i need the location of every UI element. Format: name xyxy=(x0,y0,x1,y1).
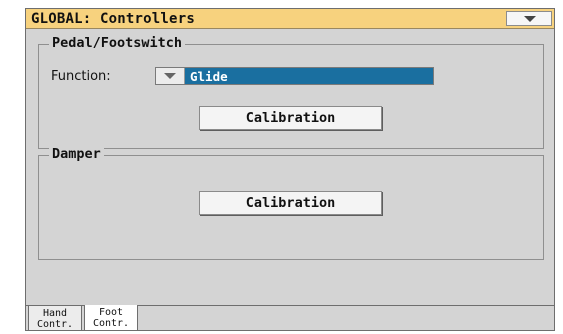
function-select-value: Glide xyxy=(190,69,228,84)
damper-calibration-button[interactable]: Calibration xyxy=(199,191,382,215)
chevron-down-icon xyxy=(524,16,536,22)
page-menu-button[interactable] xyxy=(506,11,552,26)
tab-hand-controllers[interactable]: Hand Contr. xyxy=(28,305,82,330)
function-label: Function: xyxy=(51,69,111,84)
function-select[interactable]: Glide xyxy=(155,67,434,85)
pedal-footswitch-panel: Pedal/Footswitch Function: Glide Calibra… xyxy=(38,35,544,149)
tab-foot-line2: Contr. xyxy=(92,318,130,329)
chevron-down-icon xyxy=(164,73,176,79)
tab-foot-controllers[interactable]: Foot Contr. xyxy=(84,305,138,330)
pedal-calibration-button[interactable]: Calibration xyxy=(199,106,382,130)
title-bar: GLOBAL: Controllers xyxy=(26,9,554,29)
tab-hand-line2: Contr. xyxy=(36,319,74,330)
controllers-screen: GLOBAL: Controllers Pedal/Footswitch Fun… xyxy=(25,8,555,331)
page-title: GLOBAL: Controllers xyxy=(31,11,195,27)
damper-panel: Damper Calibration xyxy=(38,146,544,260)
pedal-footswitch-title: Pedal/Footswitch xyxy=(49,35,186,51)
tab-bar: Hand Contr. Foot Contr. xyxy=(26,305,554,330)
tab-hand-line1: Hand xyxy=(42,308,68,319)
tab-foot-line1: Foot xyxy=(98,307,124,318)
damper-title: Damper xyxy=(49,146,104,162)
function-select-arrow[interactable] xyxy=(156,68,185,84)
